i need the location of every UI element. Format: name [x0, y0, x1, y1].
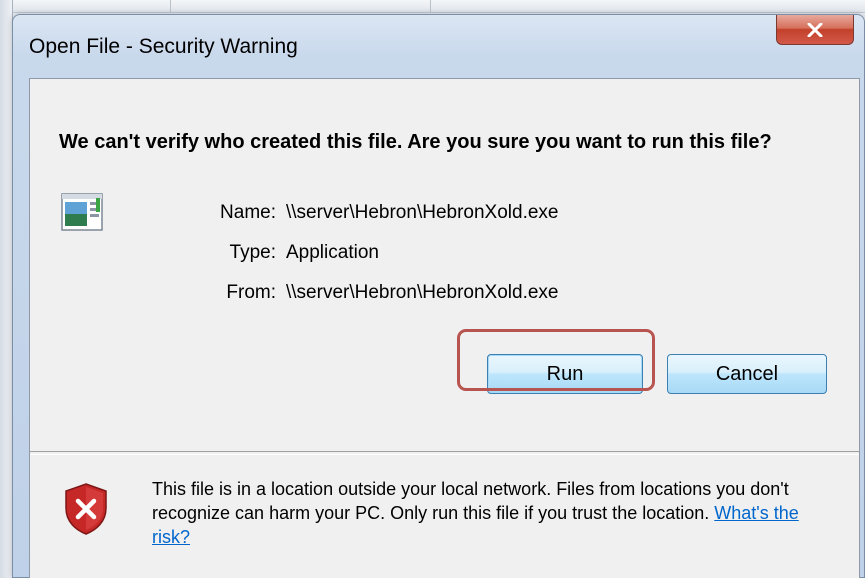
run-button-highlight	[457, 329, 655, 391]
background-column-divider	[430, 0, 431, 12]
security-warning-dialog: Open File - Security Warning We can't ve…	[12, 14, 865, 578]
cancel-button[interactable]: Cancel	[667, 354, 827, 394]
warning-message: This file is in a location outside your …	[152, 477, 832, 549]
type-value: Application	[286, 242, 379, 263]
warning-headline: We can't verify who created this file. A…	[59, 131, 772, 153]
name-label: Name:	[220, 202, 276, 223]
window-title: Open File - Security Warning	[29, 35, 298, 58]
close-button[interactable]	[776, 15, 854, 45]
shield-warning-icon	[65, 483, 107, 535]
background-column-divider	[170, 0, 171, 12]
divider	[30, 451, 859, 455]
type-label: Type:	[229, 242, 276, 263]
from-value: \\server\Hebron\HebronXold.exe	[286, 282, 559, 303]
from-label: From:	[226, 282, 276, 303]
application-icon	[61, 193, 103, 231]
name-value: \\server\Hebron\HebronXold.exe	[286, 202, 559, 223]
dialog-body: We can't verify who created this file. A…	[29, 78, 860, 578]
background-header	[0, 0, 865, 13]
close-icon	[807, 22, 823, 37]
warning-text: This file is in a location outside your …	[152, 479, 789, 523]
